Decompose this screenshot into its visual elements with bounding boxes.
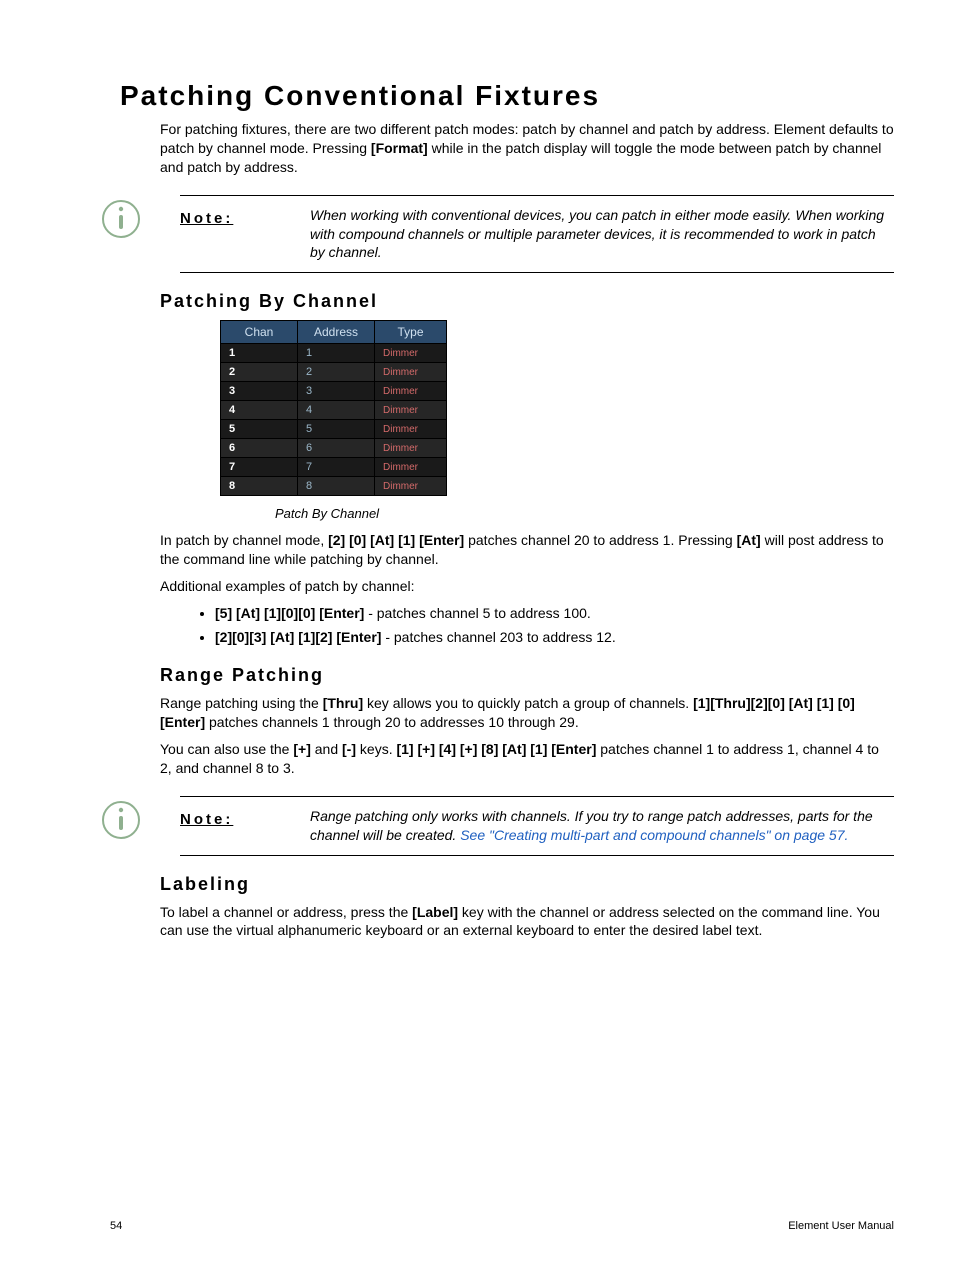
cell-address: 7 <box>298 458 375 477</box>
table-row: 22Dimmer <box>221 363 447 382</box>
keys: [2] [0] [At] [1] [Enter] <box>328 532 464 548</box>
cell-chan: 1 <box>221 344 298 363</box>
table-row: 33Dimmer <box>221 382 447 401</box>
list-item: [5] [At] [1][0][0] [Enter] - patches cha… <box>215 604 894 624</box>
text: patches channels 1 through 20 to address… <box>205 714 579 730</box>
note-text: Range patching only works with channels.… <box>310 807 894 845</box>
cell-chan: 6 <box>221 439 298 458</box>
text: - patches channel 203 to address 12. <box>381 629 615 645</box>
cell-chan: 4 <box>221 401 298 420</box>
range-p2: You can also use the [+] and [-] keys. [… <box>160 740 894 778</box>
examples-list: [5] [At] [1][0][0] [Enter] - patches cha… <box>160 604 894 647</box>
page-number: 54 <box>110 1220 122 1232</box>
cell-address: 5 <box>298 420 375 439</box>
keys: [At] <box>737 532 761 548</box>
note-text: When working with conventional devices, … <box>310 206 894 263</box>
labeling-p1: To label a channel or address, press the… <box>160 903 894 941</box>
keys: [Label] <box>412 904 458 920</box>
keys: [5] [At] [1][0][0] [Enter] <box>215 605 364 621</box>
cell-chan: 2 <box>221 363 298 382</box>
cell-type: Dimmer <box>375 420 447 439</box>
cell-chan: 3 <box>221 382 298 401</box>
text: In patch by channel mode, <box>160 532 328 548</box>
section-title-labeling: Labeling <box>160 874 894 895</box>
cell-type: Dimmer <box>375 458 447 477</box>
doc-title: Element User Manual <box>788 1220 894 1232</box>
section-title-by-channel: Patching By Channel <box>160 291 894 312</box>
range-p1: Range patching using the [Thru] key allo… <box>160 694 894 732</box>
patch-table: Chan Address Type 11Dimmer 22Dimmer 33Di… <box>220 320 447 496</box>
cell-type: Dimmer <box>375 439 447 458</box>
intro-format-key: [Format] <box>371 140 428 156</box>
th-type: Type <box>375 321 447 344</box>
text: To label a channel or address, press the <box>160 904 412 920</box>
cell-type: Dimmer <box>375 382 447 401</box>
cell-type: Dimmer <box>375 477 447 496</box>
table-row: 44Dimmer <box>221 401 447 420</box>
cell-type: Dimmer <box>375 344 447 363</box>
note-block-2: Note: Range patching only works with cha… <box>180 796 894 856</box>
cell-chan: 8 <box>221 477 298 496</box>
text: Range patching using the <box>160 695 323 711</box>
table-row: 88Dimmer <box>221 477 447 496</box>
cell-address: 1 <box>298 344 375 363</box>
list-item: [2][0][3] [At] [1][2] [Enter] - patches … <box>215 628 894 648</box>
table-row: 11Dimmer <box>221 344 447 363</box>
page-title: Patching Conventional Fixtures <box>120 80 894 112</box>
th-address: Address <box>298 321 375 344</box>
text: and <box>311 741 342 757</box>
table-row: 66Dimmer <box>221 439 447 458</box>
keys: [1] [+] [4] [+] [8] [At] [1] [Enter] <box>396 741 596 757</box>
section-title-range: Range Patching <box>160 665 894 686</box>
page-footer: 54 Element User Manual <box>110 1220 894 1232</box>
cell-address: 3 <box>298 382 375 401</box>
text: keys. <box>356 741 396 757</box>
text: - patches channel 5 to address 100. <box>364 605 590 621</box>
text: You can also use the <box>160 741 293 757</box>
cell-address: 2 <box>298 363 375 382</box>
figure-caption: Patch By Channel <box>275 506 894 521</box>
text: key allows you to quickly patch a group … <box>363 695 693 711</box>
cell-chan: 5 <box>221 420 298 439</box>
intro-paragraph: For patching fixtures, there are two dif… <box>160 120 894 177</box>
cell-type: Dimmer <box>375 363 447 382</box>
cell-chan: 7 <box>221 458 298 477</box>
table-row: 55Dimmer <box>221 420 447 439</box>
note-link[interactable]: See "Creating multi-part and compound ch… <box>460 827 848 843</box>
note-block-1: Note: When working with conventional dev… <box>180 195 894 274</box>
cell-address: 6 <box>298 439 375 458</box>
keys: [2][0][3] [At] [1][2] [Enter] <box>215 629 381 645</box>
table-row: 77Dimmer <box>221 458 447 477</box>
by-channel-p1: In patch by channel mode, [2] [0] [At] [… <box>160 531 894 569</box>
cell-address: 8 <box>298 477 375 496</box>
keys: [+] <box>293 741 311 757</box>
text: patches channel 20 to address 1. Pressin… <box>464 532 736 548</box>
note-label: Note: <box>180 807 270 828</box>
by-channel-p2: Additional examples of patch by channel: <box>160 577 894 596</box>
info-icon <box>100 799 142 844</box>
keys: [-] <box>342 741 356 757</box>
cell-address: 4 <box>298 401 375 420</box>
note-label: Note: <box>180 206 270 227</box>
cell-type: Dimmer <box>375 401 447 420</box>
th-chan: Chan <box>221 321 298 344</box>
patch-table-figure: Chan Address Type 11Dimmer 22Dimmer 33Di… <box>220 320 894 521</box>
info-icon <box>100 198 142 243</box>
keys: [Thru] <box>323 695 363 711</box>
